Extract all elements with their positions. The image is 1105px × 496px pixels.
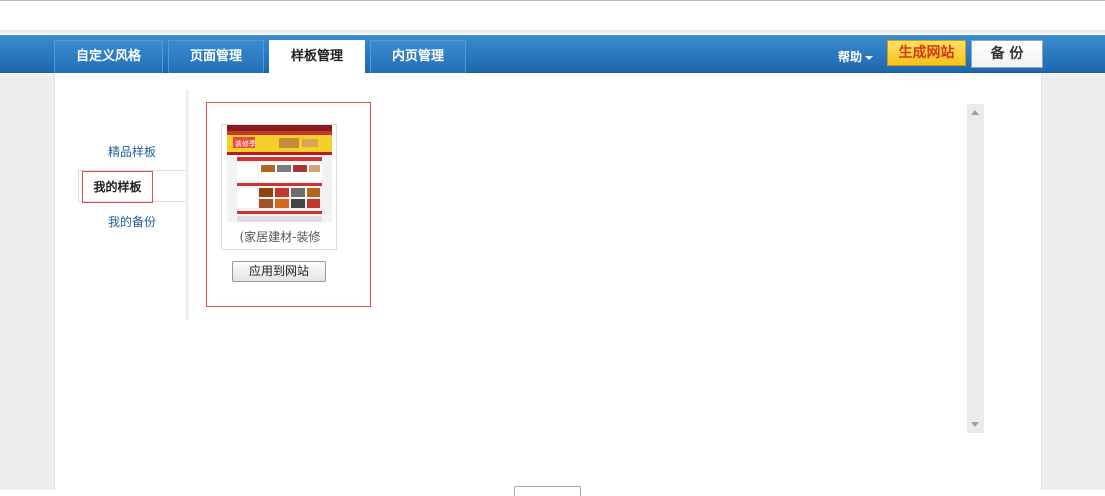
tab-page-management[interactable]: 页面管理 <box>168 40 264 73</box>
submenu-item-featured-templates[interactable]: 精品样板 <box>78 136 186 168</box>
top-divider <box>0 30 1105 34</box>
submenu-item-my-templates[interactable]: 我的样板 <box>78 170 186 203</box>
scroll-down-icon[interactable] <box>971 422 979 427</box>
thumbnail-preview-image: 装修季 <box>227 125 332 222</box>
page-margin-right <box>1042 74 1105 490</box>
tab-template-management[interactable]: 样板管理 <box>269 40 365 74</box>
submenu-label: 我的备份 <box>107 215 156 229</box>
help-label: 帮助 <box>838 50 863 64</box>
generate-site-button[interactable]: 生成网站 <box>887 40 966 66</box>
submenu-item-my-backups[interactable]: 我的备份 <box>78 206 186 238</box>
template-card[interactable]: 装修季 (家居建材-装修 <box>221 124 337 250</box>
page-margin-left <box>0 74 54 490</box>
submenu-label: 我的样板 <box>82 171 153 203</box>
top-blank-strip <box>0 0 1105 34</box>
svg-text:装修季: 装修季 <box>235 139 256 148</box>
main-panel <box>54 74 1042 490</box>
submenu-divider <box>186 90 189 320</box>
scroll-up-icon[interactable] <box>971 110 979 115</box>
apply-to-site-button[interactable]: 应用到网站 <box>232 261 326 282</box>
tab-custom-style[interactable]: 自定义风格 <box>54 40 163 73</box>
bottom-button-partial[interactable] <box>514 486 581 496</box>
chevron-down-icon <box>865 55 874 60</box>
backup-button[interactable]: 备 份 <box>971 40 1043 68</box>
help-menu[interactable]: 帮助 <box>838 48 874 65</box>
submenu-label: 精品样板 <box>107 145 156 159</box>
vertical-scrollbar[interactable] <box>967 104 984 433</box>
tab-inner-page-management[interactable]: 内页管理 <box>370 40 466 73</box>
template-thumbnail: 装修季 <box>227 125 332 222</box>
template-title: (家居建材-装修 <box>239 230 321 244</box>
